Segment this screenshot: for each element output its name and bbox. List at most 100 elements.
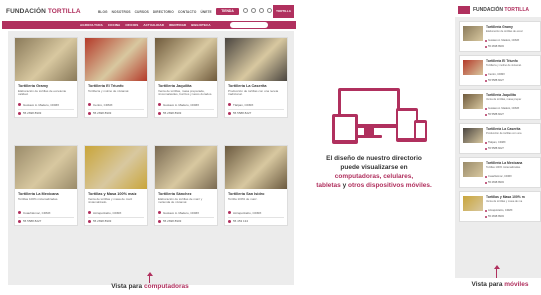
location-pin-icon [18, 211, 21, 214]
twitter-icon[interactable] [251, 8, 256, 13]
card-phone-row: 55 2698 8903 [88, 111, 144, 115]
mobile-list-item[interactable]: Tortillería Jaquilita Venta de tortillas,… [459, 89, 541, 120]
category-actualidad[interactable]: ACTUALIDAD [143, 23, 164, 27]
mobile-item-photo[interactable] [463, 196, 483, 211]
card-address: Gustavo A. Madero, CDMX [163, 210, 200, 215]
card-photo[interactable] [225, 146, 287, 189]
brand-logo[interactable]: FUNDACIÓN TORTILLA [6, 8, 81, 15]
card-photo[interactable] [85, 146, 147, 189]
mobile-brand-logo[interactable]: FUNDACIÓN TORTILLA [473, 7, 529, 13]
mobile-item-name[interactable]: Tortillería La Mexicana [486, 161, 522, 165]
card-phone[interactable]: 55 2698 8903 [23, 111, 41, 115]
phone-icon [485, 147, 487, 150]
menu-item-directorio[interactable]: DIRECTORIO [153, 10, 174, 14]
card-address-row: Azcapotzalco, CDMX [88, 211, 144, 215]
mobile-item-description: Venta de tortillas y masa de ma [486, 200, 523, 203]
card-address-row: Centro, CDMX [88, 103, 144, 107]
mobile-item-name[interactable]: Tortillería El Triunfo [486, 59, 518, 63]
mobile-item-photo[interactable] [463, 60, 483, 75]
card-name[interactable]: Tortillería Sánchez [158, 192, 214, 197]
directory-card[interactable]: Tortillería Sánchez Elaboración de tortil… [154, 145, 218, 226]
menu-item-unete[interactable]: ÚNETE [200, 10, 211, 14]
mobile-item-phone[interactable]: 55 2698 8903 [488, 215, 504, 218]
card-address-row: Gustavo A. Madero, CDMX [18, 103, 74, 107]
category-agricultura[interactable]: AGRICULTURA [80, 23, 103, 27]
card-address: Gustavo A. Madero, CDMX [163, 102, 200, 107]
directory-card[interactable]: Tortillería La Caserita Producción de tor… [224, 37, 288, 118]
mobile-item-phone[interactable]: 55 2698 8903 [488, 45, 504, 48]
mobile-list-item[interactable]: Tortillería El Triunfo Tortillería y moli… [459, 55, 541, 86]
category-biblioteca[interactable]: BIBLIOTECA [191, 23, 210, 27]
tienda-button[interactable]: TIENDA [216, 8, 239, 15]
card-address: Azcapotzalco, CDMX [93, 210, 122, 215]
card-name[interactable]: Tortillería San Isidro [228, 192, 284, 197]
category-menu: AGRICULTURA COCINA OFICIOS ACTUALIDAD ID… [80, 23, 211, 27]
mobile-logo-square[interactable] [458, 6, 470, 14]
card-phone[interactable]: 55 5588 8227 [23, 219, 41, 223]
card-name[interactable]: Tortillería El Triunfo [88, 84, 144, 89]
card-phone[interactable]: 55 2698 8903 [93, 111, 111, 115]
youtube-icon[interactable] [267, 8, 272, 13]
mobile-item-phone[interactable]: 55 2698 8903 [488, 181, 504, 184]
card-name[interactable]: Tortillería Gramy [18, 84, 74, 89]
mobile-item-photo[interactable] [463, 128, 483, 143]
card-photo[interactable] [225, 38, 287, 81]
card-name[interactable]: Tortillería La Mexicana [18, 192, 74, 197]
card-photo[interactable] [85, 38, 147, 81]
caption-computadoras: computadoras [143, 283, 189, 290]
mobile-list-item[interactable]: Tortillería Gramy Elaboración de tortilla… [459, 21, 541, 52]
card-phone[interactable]: 55 2698 8903 [163, 219, 181, 223]
directory-card[interactable]: Tortillas y Masa 100% maíz Venta de torti… [84, 145, 148, 226]
location-pin-icon [228, 211, 231, 214]
category-identidad[interactable]: IDENTIDAD [169, 23, 186, 27]
mobile-item-name[interactable]: Tortillería La Caserita [486, 127, 520, 131]
mobile-item-name[interactable]: Tortillería Gramy [486, 25, 513, 29]
phone-icon [485, 181, 487, 184]
directory-card[interactable]: Tortillería El Triunfo Tortillería y moli… [84, 37, 148, 118]
category-oficios[interactable]: OFICIOS [125, 23, 138, 27]
category-cocina[interactable]: COCINA [108, 23, 120, 27]
card-photo[interactable] [15, 38, 77, 81]
brand-square-logo[interactable]: TORTILLA [273, 5, 294, 18]
menu-item-cursos[interactable]: CURSOS [135, 10, 149, 14]
directory-card[interactable]: Tortillería San Isidro Tortilla 100% de m… [224, 145, 288, 226]
card-name[interactable]: Tortillería La Caserita [228, 84, 284, 89]
mobile-item-photo[interactable] [463, 94, 483, 109]
card-photo[interactable] [155, 146, 217, 189]
card-address-row: Gustavo A. Madero, CDMX [158, 103, 214, 107]
card-photo[interactable] [155, 38, 217, 81]
mobile-item-phone[interactable]: 55 5588 8227 [488, 113, 504, 116]
card-address-row: Cuauhtémoc, CDMX [18, 211, 74, 215]
menu-item-nosotros[interactable]: NOSOTROS [112, 10, 131, 14]
menu-item-blog[interactable]: BLOG [98, 10, 108, 14]
mobile-item-address: Cuauhtémoc, CDMX [488, 175, 512, 178]
card-phone[interactable]: 55 2698 8903 [163, 111, 181, 115]
desktop-arrow-icon [146, 272, 153, 283]
devices-icon [332, 88, 427, 144]
mobile-item-name[interactable]: Tortillería Jaquilita [486, 93, 516, 97]
menu-item-contacto[interactable]: CONTACTO [178, 10, 197, 14]
mobile-item-photo[interactable] [463, 26, 483, 41]
card-name[interactable]: Tortillas y Masa 100% maíz [88, 192, 144, 197]
instagram-icon[interactable] [259, 8, 264, 13]
directory-card[interactable]: Tortillería La Mexicana Tortillas 100% ni… [14, 145, 78, 226]
conjunction-text: y [340, 182, 348, 189]
card-photo[interactable] [15, 146, 77, 189]
directory-card[interactable]: Tortillería Jaquilita Venta de tortillas,… [154, 37, 218, 118]
card-phone[interactable]: 55 5588 8227 [233, 111, 251, 115]
mobile-item-name[interactable]: Tortillas y Masa 100% m [486, 195, 525, 199]
mobile-item-description: Producción de tortillas con una [486, 132, 522, 135]
card-phone[interactable]: 55 2698 8903 [93, 219, 111, 223]
search-input[interactable] [230, 22, 268, 28]
mobile-item-phone[interactable]: 55 5588 8227 [488, 79, 504, 82]
mobile-list-item[interactable]: Tortillas y Masa 100% m Venta de tortilla… [459, 191, 541, 222]
card-name[interactable]: Tortillería Jaquilita [158, 84, 214, 89]
facebook-icon[interactable] [243, 8, 248, 13]
mobile-list-item[interactable]: Tortillería La Mexicana Tortillas 100% ni… [459, 157, 541, 188]
directory-card[interactable]: Tortillería Gramy Elaboración de tortilla… [14, 37, 78, 118]
card-phone[interactable]: 55 453 134 [233, 219, 248, 223]
desktop-view-mockup: FUNDACIÓN TORTILLA BLOG NOSOTROS CURSOS … [2, 3, 296, 285]
mobile-list-item[interactable]: Tortillería La Caserita Producción de tor… [459, 123, 541, 154]
mobile-item-photo[interactable] [463, 162, 483, 177]
mobile-item-phone[interactable]: 55 5588 8227 [488, 147, 504, 150]
